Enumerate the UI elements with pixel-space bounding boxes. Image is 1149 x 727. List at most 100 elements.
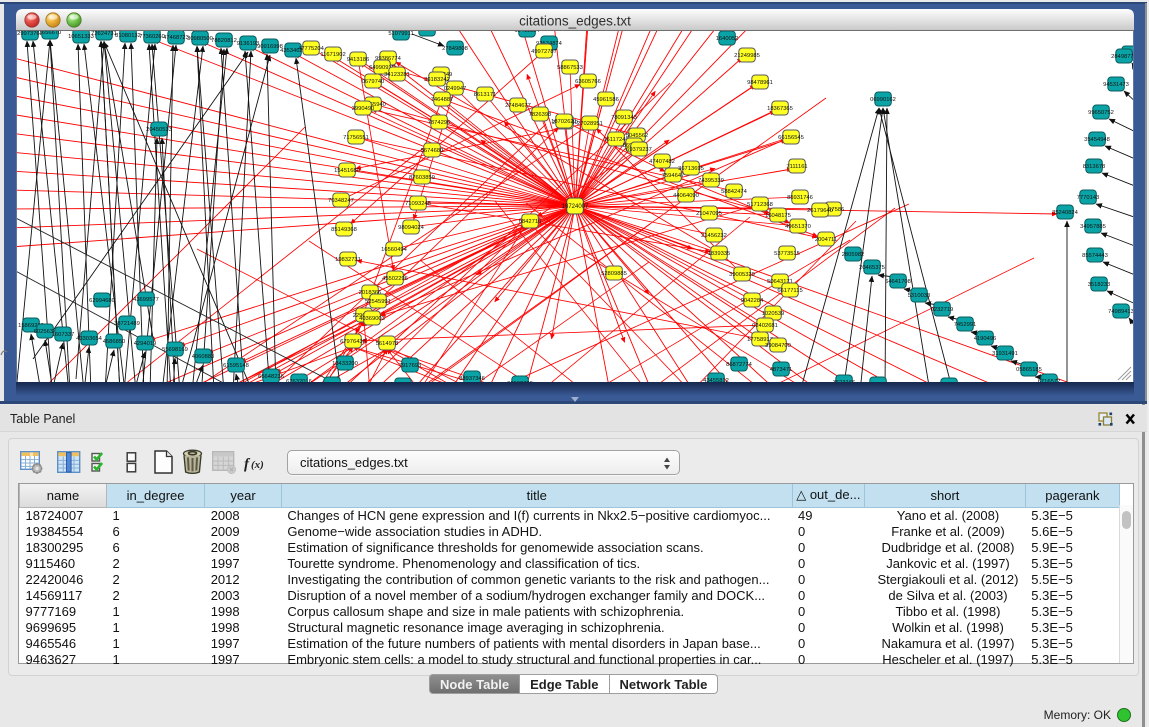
svg-text:(x): (x) [251,459,264,471]
svg-text:47468723: 47468723 [163,35,189,41]
svg-text:26179640: 26179640 [807,208,833,214]
svg-text:39084700: 39084700 [765,343,791,349]
svg-text:36183242: 36183242 [424,77,450,83]
svg-text:49651370: 49651370 [785,224,811,230]
svg-text:21249985: 21249985 [734,53,760,59]
svg-text:94531473: 94531473 [1103,82,1129,88]
svg-text:45961586: 45961586 [593,97,619,103]
svg-text:70348247: 70348247 [328,198,354,204]
svg-text:7917693: 7917693 [399,363,422,369]
svg-text:62994680: 62994680 [89,298,115,304]
svg-text:27849808: 27849808 [442,46,468,52]
svg-text:20450533: 20450533 [146,127,172,133]
svg-text:78820812: 78820812 [211,38,237,44]
svg-text:98478961: 98478961 [747,80,773,86]
svg-text:40369003: 40369003 [359,316,385,322]
svg-text:66156545: 66156545 [778,135,804,141]
svg-text:58867533: 58867533 [557,65,583,71]
svg-text:9413186: 9413186 [347,57,370,63]
svg-text:64641708: 64641708 [885,279,911,285]
svg-text:05865185: 05865185 [1016,367,1042,373]
svg-text:65648236: 65648236 [258,374,284,380]
svg-text:13433200: 13433200 [332,361,358,367]
svg-text:0679740: 0679740 [362,79,385,85]
svg-text:5674680: 5674680 [421,148,444,154]
svg-text:4586850: 4586850 [103,339,126,345]
svg-text:30980500: 30980500 [187,36,213,42]
svg-text:7826398: 7826398 [529,112,552,118]
svg-text:7594647: 7594647 [662,173,685,179]
svg-text:69379237: 69379237 [626,147,652,153]
svg-text:citations_edges.txt: citations_edges.txt [519,14,631,29]
svg-text:45502296: 45502296 [382,276,408,282]
svg-text:7770143: 7770143 [1077,195,1100,201]
svg-text:4294019: 4294019 [134,341,157,347]
svg-text:77360260: 77360260 [139,34,165,40]
svg-text:85574443: 85574443 [1082,253,1108,259]
svg-text:10651333: 10651333 [68,34,94,40]
svg-text:3518233: 3518233 [1088,282,1111,288]
svg-text:9042284: 9042284 [741,298,764,304]
svg-text:9232719: 9232719 [931,307,954,313]
svg-text:81080132: 81080132 [115,33,141,39]
svg-text:71756551: 71756551 [343,135,369,141]
svg-text:63605766: 63605766 [575,79,601,85]
svg-text:7874296: 7874296 [428,120,451,126]
svg-text:06990162: 06990162 [870,97,896,103]
svg-text:16048175: 16048175 [765,213,791,219]
svg-text:8313678: 8313678 [1083,164,1106,170]
svg-text:99650752: 99650752 [1088,110,1114,116]
svg-text:53773515: 53773515 [774,251,800,257]
svg-text:39005329: 39005329 [729,272,755,278]
svg-text:5310033: 5310033 [908,293,931,299]
svg-text:0842710: 0842710 [519,219,542,225]
svg-text:18367365: 18367365 [767,106,793,112]
svg-text:16560494: 16560494 [381,247,408,253]
svg-text:19832731: 19832731 [335,257,361,263]
svg-text:3990490: 3990490 [352,106,375,112]
svg-text:21456232: 21456232 [701,233,727,239]
svg-text:18724007: 18724007 [562,204,589,210]
svg-text:20465375: 20465375 [859,265,885,271]
svg-text:35240824: 35240824 [1052,210,1079,216]
svg-text:71093248: 71093248 [405,201,431,207]
svg-text:52809885: 52809885 [601,271,627,277]
svg-text:34957885: 34957885 [1080,224,1106,230]
svg-text:44064090: 44064090 [673,193,699,199]
svg-text:47407482: 47407482 [649,159,675,165]
svg-text:5614978: 5614978 [376,341,399,347]
svg-text:1640052: 1640052 [716,36,739,42]
svg-text:7111161: 7111161 [786,164,807,170]
svg-text:55698169: 55698169 [162,347,188,353]
svg-text:11671902: 11671902 [320,52,345,58]
svg-text:1607337: 1607337 [52,332,75,338]
svg-text:1656670: 1656670 [39,30,62,36]
svg-text:74989413: 74989413 [1108,309,1134,315]
svg-text:90916998: 90916998 [257,44,283,50]
svg-text:67976438: 67976438 [340,339,366,345]
svg-text:61595148: 61595148 [223,363,249,369]
svg-text:51712368: 51712368 [747,202,773,208]
svg-text:2004711: 2004711 [815,237,837,243]
svg-text:72624731: 72624731 [91,31,117,37]
svg-text:18702621: 18702621 [551,119,577,125]
svg-text:8613171: 8613171 [474,92,497,98]
svg-text:88937346: 88937346 [459,376,485,382]
svg-text:43303654: 43303654 [76,336,103,342]
svg-text:27028951: 27028951 [577,121,603,127]
svg-text:43699577: 43699577 [133,297,159,303]
svg-text:7452991: 7452991 [954,322,977,328]
svg-text:34123281: 34123281 [384,72,410,78]
svg-text:52545991: 52545991 [365,299,391,305]
svg-text:85149368: 85149368 [331,227,357,233]
svg-text:31931491: 31931491 [992,351,1018,357]
svg-text:66177115: 66177115 [777,288,802,294]
svg-text:4060883: 4060883 [192,354,215,360]
svg-text:98094024: 98094024 [398,225,425,231]
svg-text:7464887: 7464887 [431,97,454,103]
svg-text:f: f [244,457,251,473]
svg-text:74395339: 74395339 [698,178,724,184]
svg-text:58842474: 58842474 [721,189,748,195]
svg-text:87603859: 87603859 [409,175,435,181]
svg-text:1020539: 1020539 [762,311,785,317]
